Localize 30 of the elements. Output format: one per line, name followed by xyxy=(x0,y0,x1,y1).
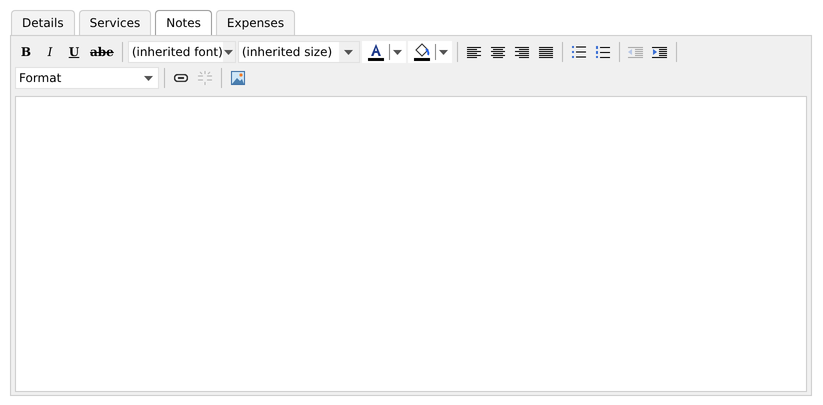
paint-bucket-icon xyxy=(412,42,432,62)
text-color-icon xyxy=(366,42,386,62)
numbered-list-icon xyxy=(596,46,610,58)
caret-icon xyxy=(144,76,152,80)
tab[interactable]: Notes xyxy=(155,10,212,35)
text-color-button[interactable] xyxy=(362,41,406,63)
tab[interactable]: Expenses xyxy=(216,10,296,35)
chain-link-icon xyxy=(174,74,188,82)
caret-icon xyxy=(344,50,354,54)
caret-icon xyxy=(392,50,402,54)
tab[interactable]: Details xyxy=(11,10,75,35)
indent-icon xyxy=(652,46,668,58)
outdent-icon xyxy=(628,46,644,58)
bold-button[interactable]: B xyxy=(15,41,37,63)
caret-icon xyxy=(224,50,234,54)
bullet-list-icon xyxy=(572,46,586,58)
italic-button[interactable]: I xyxy=(39,41,61,63)
align-justify-icon xyxy=(538,46,553,58)
size-select[interactable]: (inherited size) xyxy=(238,41,360,63)
strike-button[interactable]: abe xyxy=(87,41,117,63)
font-select[interactable]: (inherited font) xyxy=(128,41,236,63)
caret-icon xyxy=(438,50,448,54)
image-icon xyxy=(231,71,245,85)
align-left-icon xyxy=(466,46,481,58)
format-select[interactable]: Format xyxy=(15,67,159,89)
align-right-icon xyxy=(514,46,529,58)
underline-button[interactable]: U xyxy=(63,41,85,63)
broken-link-icon xyxy=(197,71,213,85)
align-center-icon xyxy=(490,46,505,58)
tab[interactable]: Services xyxy=(78,10,152,35)
